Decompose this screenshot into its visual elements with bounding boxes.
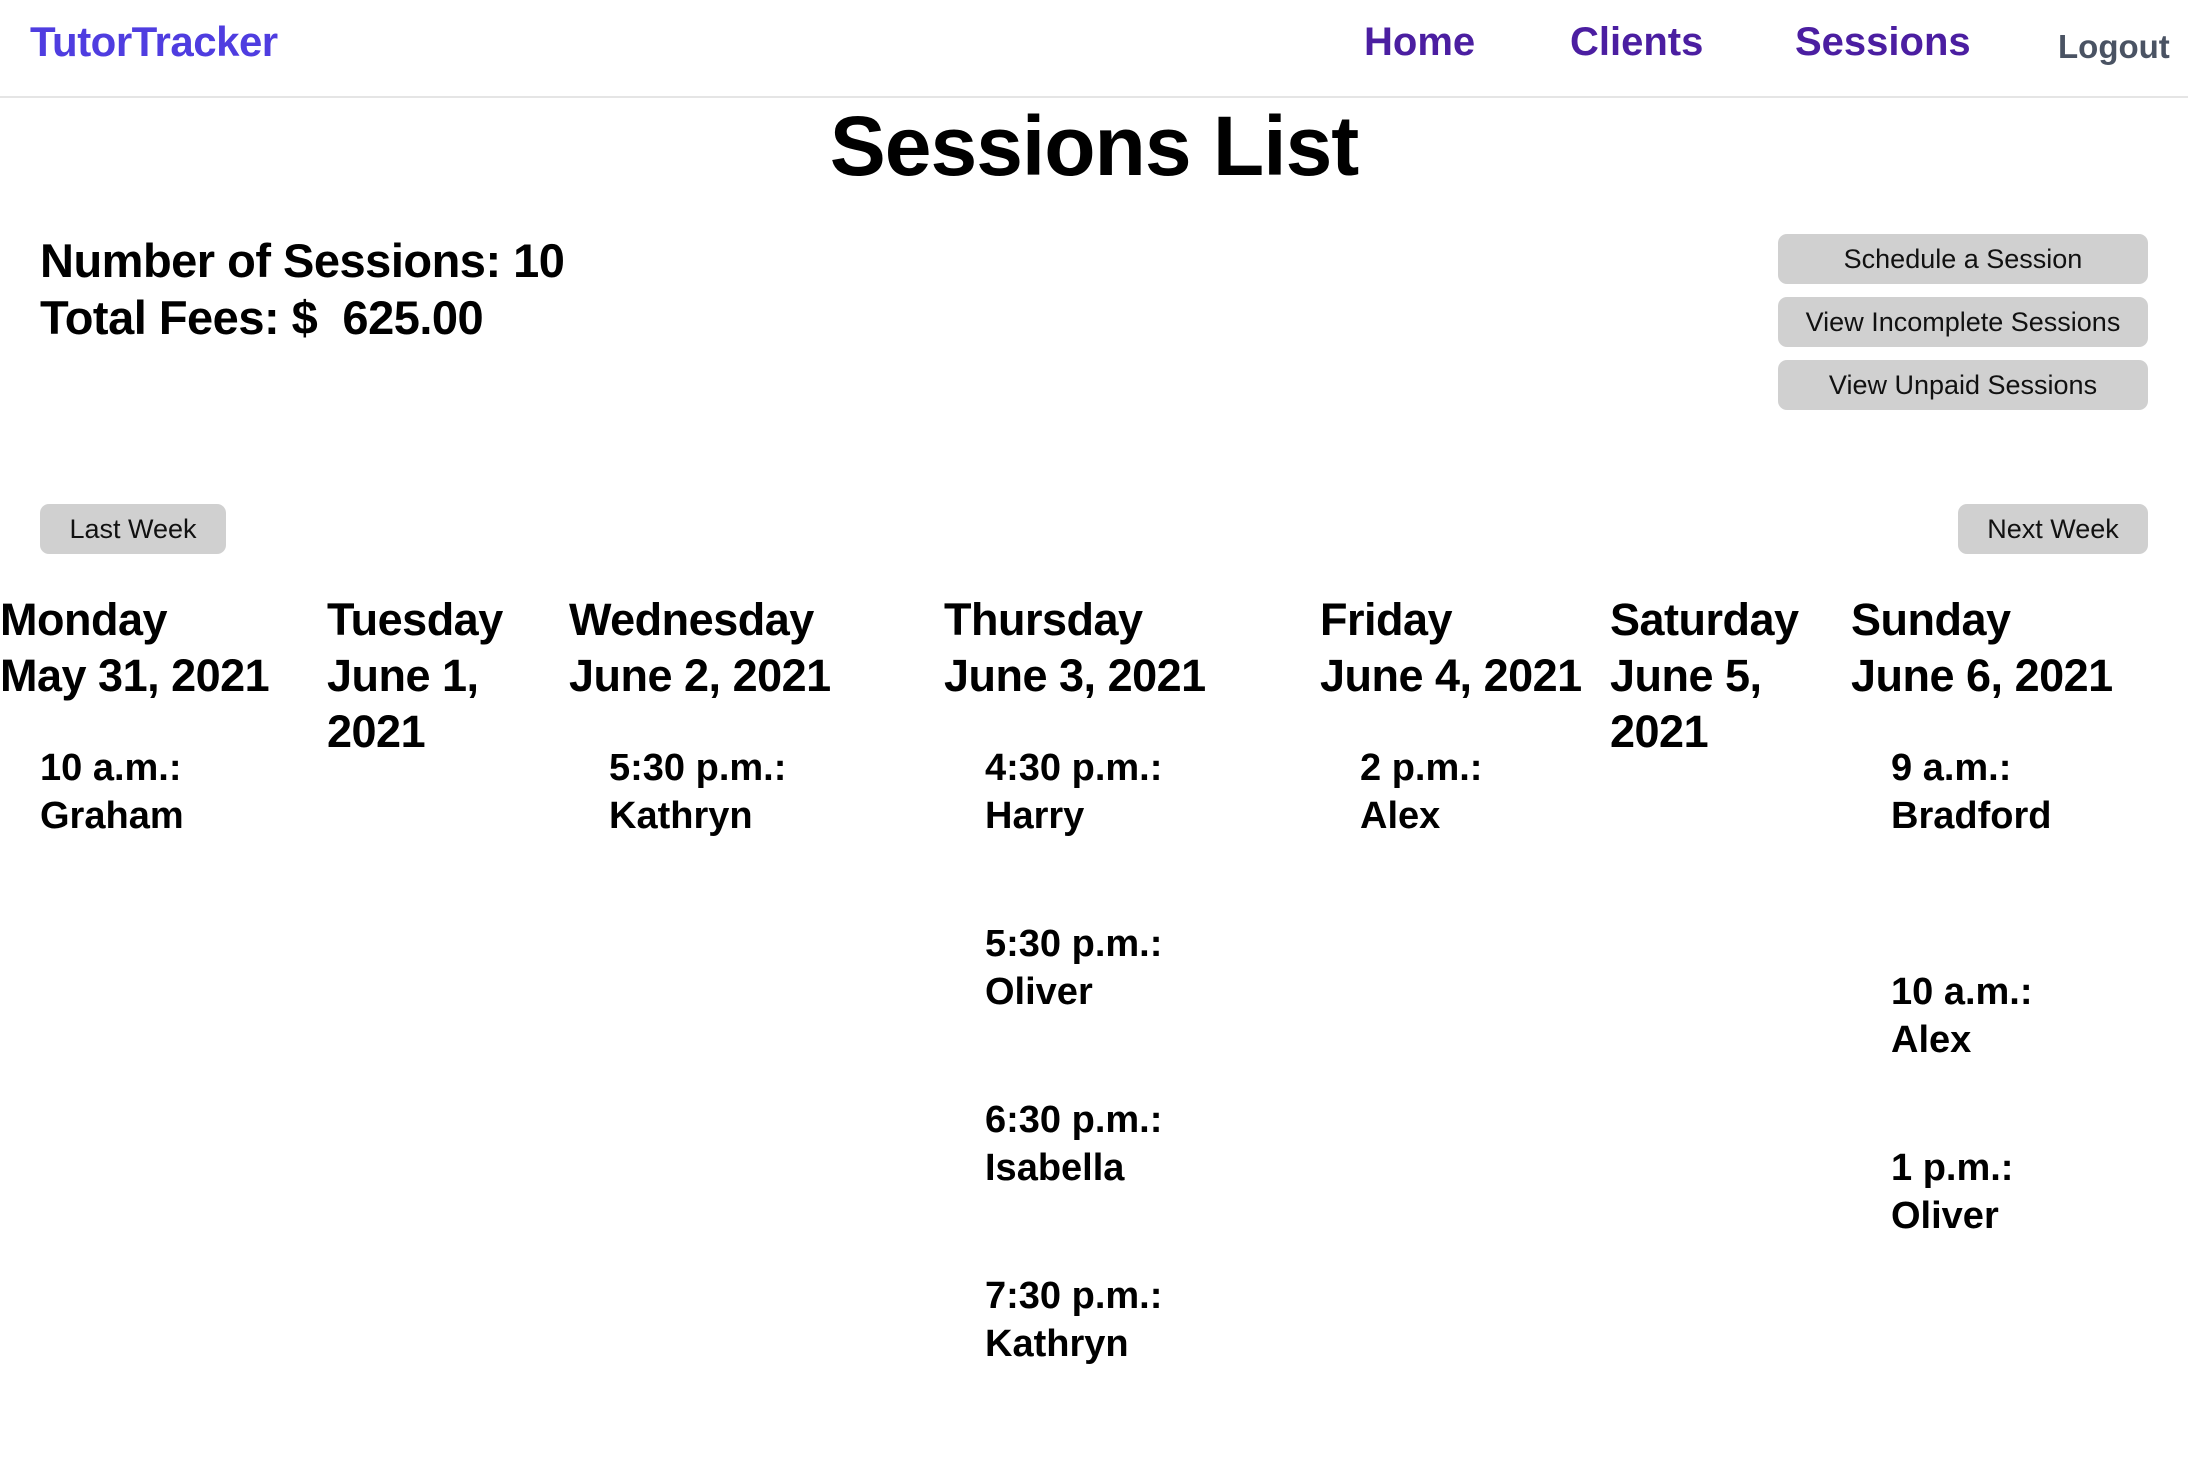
- session-client: Oliver: [1891, 1195, 1999, 1237]
- session-time: 4:30 p.m.:: [985, 747, 1163, 789]
- session-entry[interactable]: 7:30 p.m.: Kathryn: [985, 1272, 1162, 1368]
- day-name: Friday: [1320, 594, 1453, 645]
- session-entry[interactable]: 2 p.m.: Alex: [1360, 744, 1482, 840]
- day-heading: Monday May 31, 2021: [0, 592, 320, 704]
- day-heading: Wednesday June 2, 2021: [569, 592, 939, 704]
- session-client: Kathryn: [609, 795, 753, 837]
- session-client: Harry: [985, 795, 1085, 837]
- session-time: 5:30 p.m.:: [609, 747, 787, 789]
- session-entry[interactable]: 6:30 p.m.: Isabella: [985, 1096, 1162, 1192]
- session-entry[interactable]: 1 p.m.: Oliver: [1891, 1144, 2013, 1240]
- day-date: June 6, 2021: [1851, 650, 2113, 701]
- session-entry[interactable]: 5:30 p.m.: Kathryn: [609, 744, 786, 840]
- session-time: 5:30 p.m.:: [985, 923, 1163, 965]
- day-name: Tuesday: [327, 594, 503, 645]
- day-heading: Sunday June 6, 2021: [1851, 592, 2181, 704]
- page-title: Sessions List: [829, 99, 1360, 193]
- day-date: June 2, 2021: [569, 650, 831, 701]
- day-heading: Friday June 4, 2021: [1320, 592, 1610, 704]
- view-incomplete-sessions-button[interactable]: View Incomplete Sessions: [1778, 297, 2148, 347]
- day-name: Monday: [0, 594, 168, 645]
- day-name: Saturday: [1610, 594, 1799, 645]
- session-client: Graham: [40, 795, 184, 837]
- sessions-summary: Number of Sessions: 10 Total Fees: $ 625…: [40, 232, 565, 346]
- session-entry[interactable]: 10 a.m.: Alex: [1891, 968, 2033, 1064]
- day-date: June 3, 2021: [944, 650, 1206, 701]
- session-time: 10 a.m.:: [1891, 971, 2033, 1013]
- brand-logo-link[interactable]: TutorTracker: [30, 18, 278, 66]
- schedule-session-button[interactable]: Schedule a Session: [1778, 234, 2148, 284]
- day-column-monday: Monday May 31, 2021 10 a.m.: Graham: [0, 592, 320, 837]
- day-column-thursday: Thursday June 3, 2021 4:30 p.m.: Harry 5…: [944, 592, 1314, 1365]
- next-week-button[interactable]: Next Week: [1958, 504, 2148, 554]
- day-column-saturday: Saturday June 5, 2021: [1610, 592, 1840, 760]
- logout-link[interactable]: Logout: [2058, 28, 2170, 66]
- day-column-friday: Friday June 4, 2021 2 p.m.: Alex: [1320, 592, 1610, 837]
- session-client: Isabella: [985, 1147, 1125, 1189]
- day-date: June 4, 2021: [1320, 650, 1582, 701]
- session-entry[interactable]: 5:30 p.m.: Oliver: [985, 920, 1162, 1016]
- session-entry[interactable]: 4:30 p.m.: Harry: [985, 744, 1162, 840]
- nav-clients-link[interactable]: Clients: [1570, 20, 1703, 65]
- last-week-button[interactable]: Last Week: [40, 504, 226, 554]
- session-client: Alex: [1891, 1019, 1972, 1061]
- day-date: May 31, 2021: [0, 650, 270, 701]
- session-entry[interactable]: 9 a.m.: Bradford: [1891, 744, 2051, 840]
- session-client: Bradford: [1891, 795, 2052, 837]
- day-column-sunday: Sunday June 6, 2021 9 a.m.: Bradford 10 …: [1851, 592, 2181, 1237]
- session-client: Kathryn: [985, 1323, 1129, 1365]
- day-column-wednesday: Wednesday June 2, 2021 5:30 p.m.: Kathry…: [569, 592, 939, 837]
- day-name: Sunday: [1851, 594, 2011, 645]
- total-fees: Total Fees: $ 625.00: [40, 291, 484, 344]
- top-navbar: TutorTracker Home Clients Sessions Logou…: [0, 0, 2188, 98]
- session-time: 9 a.m.:: [1891, 747, 2012, 789]
- session-time: 7:30 p.m.:: [985, 1275, 1163, 1317]
- day-heading: Tuesday June 1, 2021: [327, 592, 557, 760]
- session-count: Number of Sessions: 10: [40, 234, 565, 287]
- sessions-list-page: TutorTracker Home Clients Sessions Logou…: [0, 0, 2188, 1458]
- day-heading: Saturday June 5, 2021: [1610, 592, 1840, 760]
- session-time: 2 p.m.:: [1360, 747, 1483, 789]
- session-time: 6:30 p.m.:: [985, 1099, 1163, 1141]
- day-column-tuesday: Tuesday June 1, 2021: [327, 592, 557, 760]
- day-name: Wednesday: [569, 594, 814, 645]
- session-time: 1 p.m.:: [1891, 1147, 2014, 1189]
- day-name: Thursday: [944, 594, 1143, 645]
- nav-sessions-link[interactable]: Sessions: [1795, 20, 1971, 65]
- session-client: Oliver: [985, 971, 1093, 1013]
- nav-home-link[interactable]: Home: [1364, 20, 1475, 65]
- session-client: Alex: [1360, 795, 1441, 837]
- session-time: 10 a.m.:: [40, 747, 182, 789]
- day-date: June 5, 2021: [1610, 650, 1762, 757]
- view-unpaid-sessions-button[interactable]: View Unpaid Sessions: [1778, 360, 2148, 410]
- day-heading: Thursday June 3, 2021: [944, 592, 1314, 704]
- day-date: June 1, 2021: [327, 650, 479, 757]
- session-entry[interactable]: 10 a.m.: Graham: [40, 744, 184, 840]
